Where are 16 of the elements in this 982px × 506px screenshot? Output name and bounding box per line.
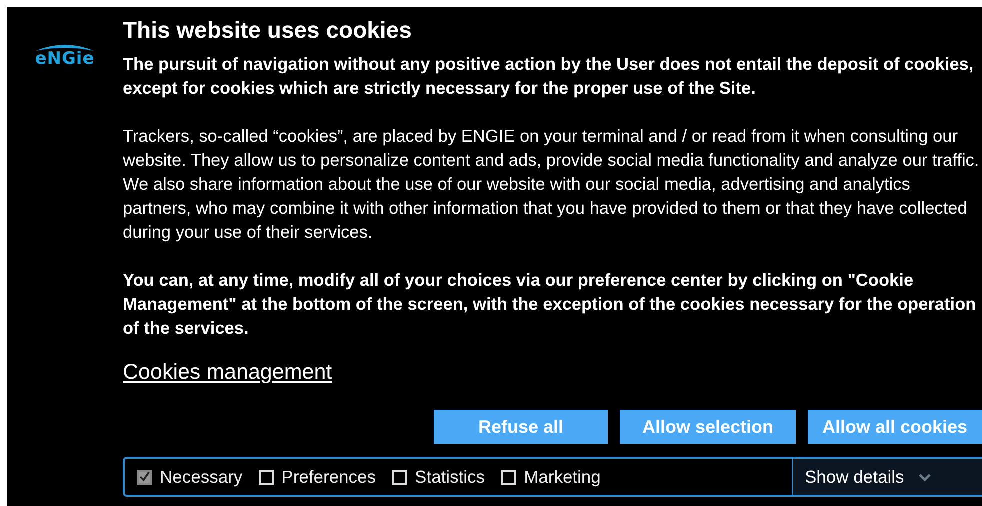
dialog-title: This website uses cookies xyxy=(123,17,413,44)
paragraph: Trackers, so-called “cookies”, are placed by ENGIE on your terminal and / or read from it when consulting our website. They allow us to personalize content and ads, provide social media functionality and analyze our traffic. We also share information about the use of our website with our social media, advertising and analytics partners, who may combine it with other information that you have provided to them or that they have collected during your use of their services. xyxy=(123,125,980,244)
logo-icon xyxy=(34,42,96,52)
consent-button[interactable]: Allow selection xyxy=(620,410,796,444)
checkbox-label: Statistics xyxy=(415,466,486,488)
paragraph: You can, at any time, modify all of your choices via our preference center by clicking on "Cookie Management" at the bottom of the screen, with the exception of the cookies necessary for the operation of the services. xyxy=(123,269,978,340)
paragraph: The pursuit of navigation without any positive action by the User does not entail the deposit of cookies, except for cookies which are strictly necessary for the proper use of the Site. xyxy=(123,53,975,100)
show-details-button[interactable]: Show details xyxy=(792,459,982,495)
consent-button[interactable]: Allow all cookies xyxy=(808,410,982,444)
logo: eNGie xyxy=(35,49,95,69)
checkbox-label: Necessary xyxy=(160,466,243,488)
chevron-icon xyxy=(918,472,932,482)
checkbox-label: Marketing xyxy=(524,466,601,488)
consent-button[interactable]: Refuse all xyxy=(434,410,608,444)
checkbox-label: Preferences xyxy=(282,466,376,488)
cookies-management-link[interactable]: Cookies management xyxy=(123,360,332,385)
